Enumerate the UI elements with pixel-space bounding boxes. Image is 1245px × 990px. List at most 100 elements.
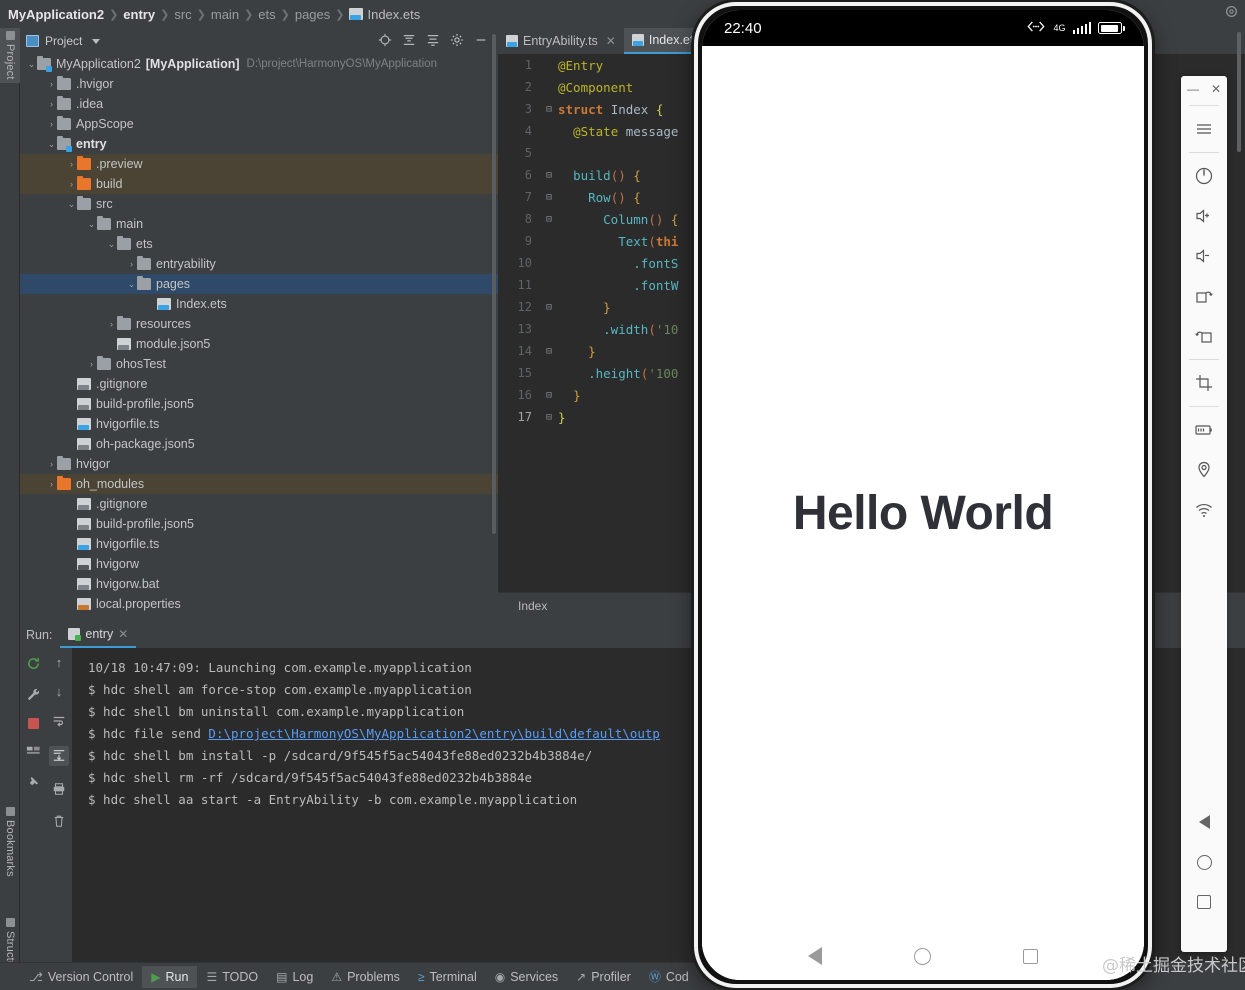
tree-node[interactable]: ⌄ entry	[20, 134, 498, 154]
tree-node[interactable]: › local.properties	[20, 594, 498, 614]
settings-gear-icon[interactable]	[450, 33, 464, 49]
collapse-all-icon[interactable]	[426, 33, 440, 49]
breadcrumb[interactable]: MyApplication2 ❯ entry ❯ src ❯ main ❯ ets ❯ pages ❯…	[8, 7, 420, 22]
chevron-right-icon[interactable]: ›	[66, 179, 77, 189]
chevron-right-icon[interactable]: ›	[66, 419, 77, 429]
tree-node[interactable]: › hvigorw.bat	[20, 574, 498, 594]
phone-nav-bar[interactable]	[702, 932, 1144, 980]
status-bar-item-services[interactable]: ◉ Services	[486, 966, 567, 988]
tree-node[interactable]: › build	[20, 174, 498, 194]
chevron-right-icon[interactable]: ›	[146, 299, 157, 309]
locate-icon[interactable]	[378, 33, 392, 49]
tree-node[interactable]: ⌄ main	[20, 214, 498, 234]
chevron-right-icon[interactable]: ›	[66, 539, 77, 549]
window-settings-icon[interactable]	[1224, 4, 1239, 22]
pin-icon[interactable]	[26, 774, 41, 791]
status-bar-item-profiler[interactable]: ↗ Profiler	[567, 966, 640, 988]
chevron-right-icon[interactable]: ›	[66, 159, 77, 169]
status-bar-item-log[interactable]: ▤ Log	[267, 966, 322, 988]
code-fold-icon[interactable]: ⊟	[540, 192, 558, 203]
status-bar-item-cod[interactable]: Ⓦ Cod	[640, 966, 698, 988]
screenshot-button[interactable]	[1181, 363, 1227, 403]
code-fold-icon[interactable]: ⊟	[540, 346, 558, 357]
tree-node[interactable]: › module.json5	[20, 334, 498, 354]
chevron-down-icon[interactable]: ⌄	[66, 199, 77, 210]
tree-node[interactable]: › resources	[20, 314, 498, 334]
rerun-icon[interactable]	[26, 656, 41, 673]
scroll-down-icon[interactable]: ↓	[56, 685, 63, 698]
clear-all-icon[interactable]	[52, 814, 66, 830]
print-icon[interactable]	[52, 782, 66, 798]
chevron-down-icon[interactable]: ⌄	[26, 59, 37, 70]
close-icon[interactable]: ✕	[118, 627, 128, 641]
tree-node[interactable]: › entryability	[20, 254, 498, 274]
minimize-button[interactable]: —	[1187, 82, 1199, 96]
project-tree[interactable]: ⌄ MyApplication2 [MyApplication] D:\project…	[20, 54, 498, 618]
nav-recents-button[interactable]	[1023, 948, 1038, 964]
editor-tab[interactable]: EntryAbility.ts ✕	[498, 28, 624, 54]
tree-node[interactable]: › .gitignore	[20, 494, 498, 514]
chevron-down-icon[interactable]: ⌄	[86, 219, 97, 230]
emulator-nav-back-button[interactable]	[1181, 802, 1227, 842]
battery-settings-button[interactable]	[1181, 410, 1227, 450]
sidebar-item-project[interactable]: Project	[0, 28, 20, 83]
chevron-right-icon[interactable]: ›	[86, 359, 97, 369]
close-icon[interactable]: ✕	[606, 34, 616, 48]
status-bar-item-version-control[interactable]: ⎇ Version Control	[20, 966, 142, 988]
chevron-right-icon[interactable]: ›	[66, 579, 77, 589]
status-bar-item-todo[interactable]: ☰ TODO	[197, 966, 267, 988]
stop-icon[interactable]	[27, 718, 39, 729]
chevron-right-icon[interactable]: ›	[66, 439, 77, 449]
scroll-to-end-icon[interactable]	[49, 746, 69, 766]
breadcrumb-item[interactable]: entry	[123, 7, 155, 22]
chevron-down-icon[interactable]: ⌄	[126, 279, 137, 290]
chevron-right-icon[interactable]: ›	[66, 519, 77, 529]
tree-node[interactable]: › hvigorfile.ts	[20, 414, 498, 434]
sidebar-item-bookmarks[interactable]: Bookmarks	[0, 804, 20, 880]
chevron-right-icon[interactable]: ›	[66, 559, 77, 569]
chevron-right-icon[interactable]: ›	[106, 339, 117, 349]
hide-panel-icon[interactable]	[474, 33, 488, 49]
power-button[interactable]	[1181, 156, 1227, 196]
emulator-nav-recents-button[interactable]	[1181, 882, 1227, 922]
code-fold-icon[interactable]: ⊟	[540, 170, 558, 181]
layout-icon[interactable]	[26, 743, 41, 760]
run-tab-entry[interactable]: entry ✕	[60, 622, 137, 648]
code-fold-icon[interactable]: ⊟	[540, 412, 558, 423]
project-tree-scrollbar[interactable]	[492, 34, 496, 534]
wrench-icon[interactable]	[26, 687, 41, 704]
editor-scrollbar[interactable]	[1237, 32, 1241, 152]
code-fold-icon[interactable]: ⊟	[540, 104, 558, 115]
tree-node[interactable]: › hvigorw	[20, 554, 498, 574]
emulator-nav-home-button[interactable]	[1181, 842, 1227, 882]
chevron-right-icon[interactable]: ›	[46, 79, 57, 89]
breadcrumb-item[interactable]: main	[211, 7, 239, 22]
status-bar-item-terminal[interactable]: ≥ Terminal	[409, 966, 486, 988]
chevron-right-icon[interactable]: ›	[66, 399, 77, 409]
volume-up-button[interactable]	[1181, 196, 1227, 236]
tree-node[interactable]: ⌄ pages	[20, 274, 498, 294]
tree-node[interactable]: › .preview	[20, 154, 498, 174]
tree-node[interactable]: › AppScope	[20, 114, 498, 134]
chevron-right-icon[interactable]: ›	[46, 479, 57, 489]
wifi-button[interactable]	[1181, 490, 1227, 530]
chevron-right-icon[interactable]: ›	[46, 459, 57, 469]
breadcrumb-item[interactable]: MyApplication2	[8, 7, 104, 22]
nav-home-button[interactable]	[914, 947, 931, 965]
rotate-right-button[interactable]	[1181, 276, 1227, 316]
tree-node[interactable]: › .idea	[20, 94, 498, 114]
tree-node[interactable]: ⌄ src	[20, 194, 498, 214]
tree-node[interactable]: › oh-package.json5	[20, 434, 498, 454]
status-bar-item-run[interactable]: ▶ Run	[142, 965, 198, 988]
chevron-right-icon[interactable]: ›	[66, 599, 77, 609]
scroll-up-icon[interactable]: ↑	[56, 656, 63, 669]
tree-node[interactable]: ⌄ ets	[20, 234, 498, 254]
chevron-right-icon[interactable]: ›	[46, 99, 57, 109]
breadcrumb-item[interactable]: Index.ets	[367, 7, 420, 22]
location-button[interactable]	[1181, 450, 1227, 490]
code-fold-icon[interactable]: ⊟	[540, 302, 558, 313]
chevron-right-icon[interactable]: ›	[66, 379, 77, 389]
chevron-right-icon[interactable]: ›	[106, 319, 117, 329]
chevron-right-icon[interactable]: ›	[66, 499, 77, 509]
tree-node[interactable]: › .gitignore	[20, 374, 498, 394]
